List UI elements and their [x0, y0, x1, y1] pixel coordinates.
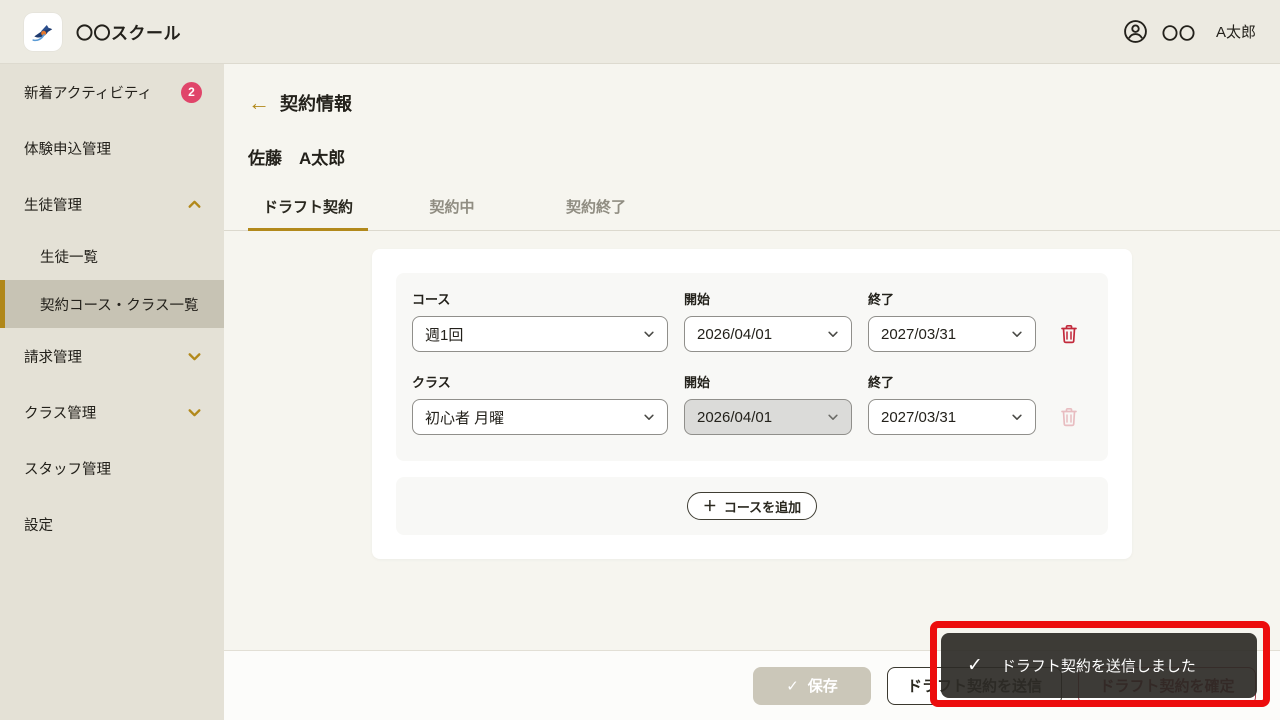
sidebar-item-student-management[interactable]: 生徒管理 [0, 176, 224, 232]
sidebar-item-staff-management[interactable]: スタッフ管理 [0, 440, 224, 496]
sidebar: 新着アクティビティ 2 体験申込管理 生徒管理 生徒一覧 契約コース・クラス一覧… [0, 64, 224, 720]
course-start-select[interactable]: 2026/04/01 [684, 316, 852, 352]
save-button-label: 保存 [808, 675, 838, 696]
chevron-down-icon [187, 405, 202, 420]
sidebar-item-new-activity[interactable]: 新着アクティビティ 2 [0, 64, 224, 120]
sidebar-item-label: スタッフ管理 [24, 458, 111, 479]
sidebar-item-class-management[interactable]: クラス管理 [0, 384, 224, 440]
sidebar-item-label: クラス管理 [24, 402, 96, 423]
chevron-down-icon [187, 349, 202, 364]
class-end-select[interactable]: 2027/03/31 [868, 399, 1036, 435]
sidebar-item-label: 生徒一覧 [40, 246, 98, 267]
org-name: 〇〇 [1162, 20, 1196, 44]
class-select[interactable]: 初心者 月曜 [412, 399, 668, 435]
add-course-panel: ＋ コースを追加 [396, 477, 1108, 535]
sidebar-item-contract-course-class-list[interactable]: 契約コース・クラス一覧 [0, 280, 224, 328]
app-header: 〇〇スクール 〇〇 A太郎 [0, 0, 1280, 64]
check-icon: ✓ [967, 654, 983, 677]
app-logo[interactable] [24, 13, 62, 51]
course-end-select[interactable]: 2027/03/31 [868, 316, 1036, 352]
contract-tabs: ドラフト契約 契約中 契約終了 [224, 187, 1280, 231]
sidebar-item-billing-management[interactable]: 請求管理 [0, 328, 224, 384]
student-name: 佐藤 A太郎 [248, 144, 1256, 169]
main-content: ← 契約情報 佐藤 A太郎 ドラフト契約 契約中 契約終了 コース [224, 64, 1280, 720]
class-start-label: 開始 [684, 372, 852, 391]
app-title: 〇〇スクール [76, 19, 181, 44]
user-name: A太郎 [1216, 21, 1256, 42]
sidebar-item-label: 契約コース・クラス一覧 [40, 294, 198, 315]
work-area: コース 週1回 開始 2026/04/01 [224, 231, 1280, 650]
class-start-value: 2026/04/01 [697, 409, 772, 426]
tab-ended-contract[interactable]: 契約終了 [536, 187, 656, 231]
course-start-label: 開始 [684, 289, 852, 308]
course-form-panel: コース 週1回 開始 2026/04/01 [396, 273, 1108, 461]
sidebar-item-label: 体験申込管理 [24, 138, 111, 159]
class-end-label: 終了 [868, 372, 1036, 391]
tab-draft-contract[interactable]: ドラフト契約 [248, 187, 368, 231]
draft-contract-card: コース 週1回 開始 2026/04/01 [372, 249, 1132, 559]
course-select-value: 週1回 [425, 324, 463, 345]
chevron-down-icon [643, 328, 655, 340]
page-title: 契約情報 [280, 90, 352, 116]
chevron-down-icon [643, 411, 655, 423]
course-row: コース 週1回 開始 2026/04/01 [412, 289, 1092, 352]
chevron-down-icon [827, 328, 839, 340]
class-end-value: 2027/03/31 [881, 409, 956, 426]
app-window: 〇〇スクール 〇〇 A太郎 新着アクティビティ 2 体験申込管理 [0, 0, 1280, 720]
toast-message: ドラフト契約を送信しました [1001, 655, 1196, 676]
trash-icon [1060, 324, 1078, 344]
course-label: コース [412, 289, 668, 308]
save-button: ✓ 保存 [753, 667, 871, 705]
sidebar-item-settings[interactable]: 設定 [0, 496, 224, 552]
course-end-value: 2027/03/31 [881, 326, 956, 343]
class-label: クラス [412, 372, 668, 391]
delete-class-button [1060, 407, 1078, 427]
course-start-value: 2026/04/01 [697, 326, 772, 343]
chevron-down-icon [827, 411, 839, 423]
class-select-value: 初心者 月曜 [425, 407, 504, 428]
class-start-select: 2026/04/01 [684, 399, 852, 435]
chevron-up-icon [187, 197, 202, 212]
class-row: クラス 初心者 月曜 開始 2026/04/01 [412, 372, 1092, 435]
course-select[interactable]: 週1回 [412, 316, 668, 352]
trash-icon [1060, 407, 1078, 427]
bird-logo-icon [30, 19, 56, 45]
chevron-down-icon [1011, 411, 1023, 423]
delete-course-button[interactable] [1060, 324, 1078, 344]
plus-icon: ＋ [703, 496, 717, 516]
add-course-label: コースを追加 [724, 497, 801, 516]
sidebar-item-label: 請求管理 [24, 346, 82, 367]
back-arrow-icon[interactable]: ← [248, 92, 270, 114]
sidebar-item-label: 生徒管理 [24, 194, 82, 215]
course-end-label: 終了 [868, 289, 1036, 308]
chevron-down-icon [1011, 328, 1023, 340]
sidebar-item-label: 設定 [24, 514, 53, 535]
toast-notification: ✓ ドラフト契約を送信しました [941, 633, 1257, 698]
check-icon: ✓ [786, 677, 799, 695]
account-icon[interactable] [1123, 19, 1148, 44]
sidebar-item-student-list[interactable]: 生徒一覧 [0, 232, 224, 280]
sidebar-item-label: 新着アクティビティ [24, 82, 152, 103]
notification-badge: 2 [181, 82, 202, 103]
tab-active-contract[interactable]: 契約中 [392, 187, 512, 231]
sidebar-item-trial-applications[interactable]: 体験申込管理 [0, 120, 224, 176]
add-course-button[interactable]: ＋ コースを追加 [687, 492, 817, 520]
